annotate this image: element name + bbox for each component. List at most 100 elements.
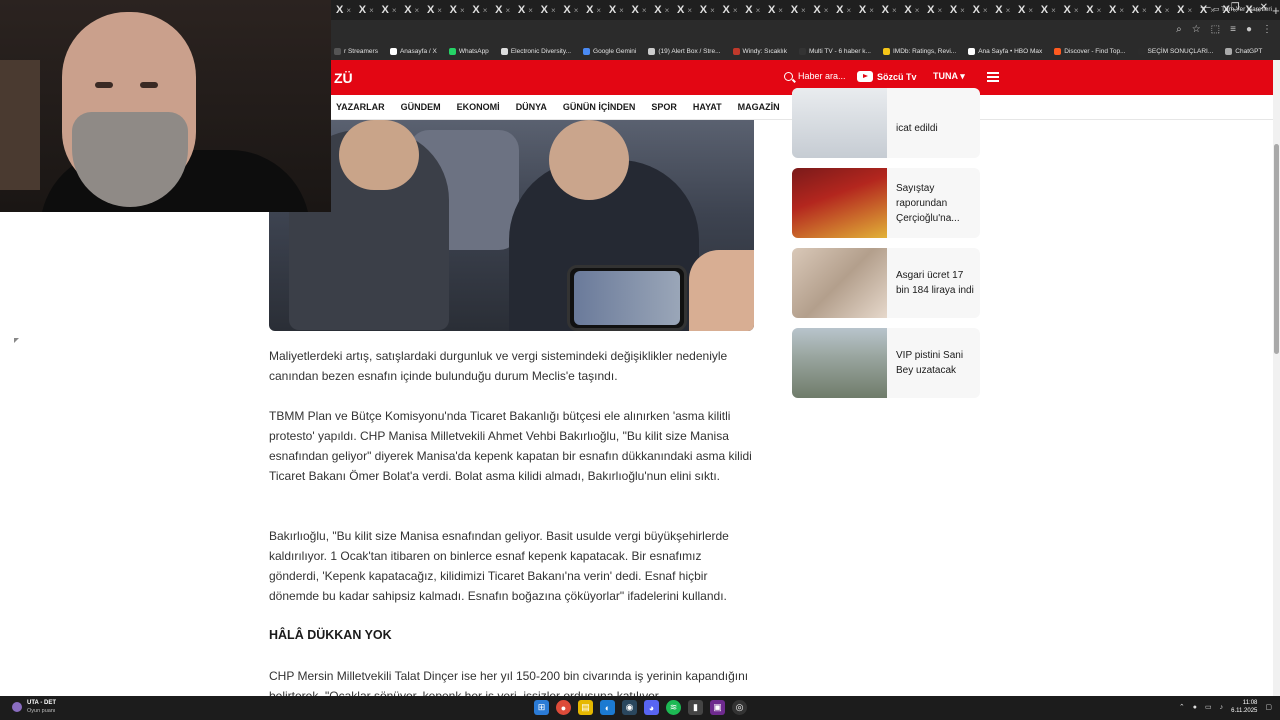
- close-tab-icon[interactable]: ×: [642, 6, 647, 15]
- browser-tab[interactable]: X ×: [427, 2, 450, 18]
- all-bookmarks[interactable]: ▭ Tüm Yer İşaretleri: [1213, 5, 1272, 13]
- bookmark-item[interactable]: (19) Alert Box / Stre...: [648, 47, 721, 55]
- close-tab-icon[interactable]: ×: [710, 6, 715, 15]
- bookmark-item[interactable]: Google Gemini: [583, 47, 636, 55]
- close-tab-icon[interactable]: ×: [437, 6, 442, 15]
- close-tab-icon[interactable]: ×: [1097, 6, 1102, 15]
- browser-tab[interactable]: X ×: [1041, 2, 1064, 18]
- close-tab-icon[interactable]: ×: [960, 6, 965, 15]
- close-tab-icon[interactable]: ×: [551, 6, 556, 15]
- browser-tab[interactable]: X ×: [654, 2, 677, 18]
- browser-tab[interactable]: X ×: [791, 2, 814, 18]
- tv-link[interactable]: Sözcü Tv: [857, 71, 917, 82]
- browser-tab[interactable]: X ×: [563, 2, 586, 18]
- user-menu[interactable]: TUNA ▾: [933, 71, 965, 82]
- site-logo[interactable]: ZÜ: [334, 70, 353, 86]
- close-tab-icon[interactable]: ×: [733, 6, 738, 15]
- close-tab-icon[interactable]: ×: [369, 6, 374, 15]
- chevron-up-icon[interactable]: ⌃: [1179, 703, 1185, 711]
- browser-tab[interactable]: X ×: [404, 2, 427, 18]
- nav-item[interactable]: GÜNDEM: [401, 102, 441, 112]
- browser-tab[interactable]: X ×: [813, 2, 836, 18]
- sidebar-news-card[interactable]: Asgari ücret 17 bin 184 liraya indi: [792, 248, 980, 318]
- close-tab-icon[interactable]: ×: [1142, 6, 1147, 15]
- bookmark-item[interactable]: SEÇİM SONUÇLARI...: [1137, 47, 1213, 55]
- browser-tab[interactable]: X ×: [1064, 2, 1087, 18]
- browser-tab[interactable]: X ×: [927, 2, 950, 18]
- nav-item[interactable]: DÜNYA: [516, 102, 547, 112]
- close-tab-icon[interactable]: ×: [1074, 6, 1079, 15]
- microphone-icon[interactable]: ●: [1193, 704, 1197, 711]
- close-tab-icon[interactable]: ×: [505, 6, 510, 15]
- chrome-icon[interactable]: ●: [556, 700, 571, 715]
- browser-tab[interactable]: X ×: [950, 2, 973, 18]
- browser-tab[interactable]: X ×: [1132, 2, 1155, 18]
- close-tab-icon[interactable]: ×: [824, 6, 829, 15]
- bookmark-star-icon[interactable]: ☆: [1192, 24, 1201, 35]
- close-tab-icon[interactable]: ×: [801, 6, 806, 15]
- bookmark-item[interactable]: ChatGPT: [1225, 47, 1262, 55]
- media-icon[interactable]: ≡: [1230, 24, 1236, 35]
- nav-item[interactable]: GÜNÜN İÇİNDEN: [563, 102, 636, 112]
- nav-item[interactable]: EKONOMİ: [457, 102, 500, 112]
- windows-start-icon[interactable]: ⊞: [534, 700, 549, 715]
- close-tab-icon[interactable]: ×: [756, 6, 761, 15]
- browser-tab[interactable]: X ×: [995, 2, 1018, 18]
- browser-tab[interactable]: X ×: [745, 2, 768, 18]
- close-tab-icon[interactable]: ×: [1165, 6, 1170, 15]
- bookmark-item[interactable]: Discover - Find Top...: [1054, 47, 1126, 55]
- scrollbar-thumb[interactable]: [1274, 144, 1279, 354]
- browser-tab[interactable]: X ×: [1177, 2, 1200, 18]
- browser-tab[interactable]: X ×: [677, 2, 700, 18]
- sidebar-news-card[interactable]: VIP pistini Sani Bey uzatacak: [792, 328, 980, 398]
- bookmark-item[interactable]: Windy: Sıcaklık: [732, 47, 787, 55]
- close-tab-icon[interactable]: ×: [1119, 6, 1124, 15]
- browser-tab[interactable]: X ×: [1086, 2, 1109, 18]
- browser-tab[interactable]: X ×: [381, 2, 404, 18]
- browser-tab[interactable]: X ×: [882, 2, 905, 18]
- browser-tab[interactable]: X ×: [541, 2, 564, 18]
- notifications-icon[interactable]: ▢: [1265, 703, 1272, 711]
- close-tab-icon[interactable]: ×: [1188, 6, 1193, 15]
- edge-icon[interactable]: ◐: [600, 700, 615, 715]
- browser-tab[interactable]: X ×: [472, 2, 495, 18]
- close-tab-icon[interactable]: ×: [983, 6, 988, 15]
- zoom-icon[interactable]: ⌕: [1176, 24, 1182, 35]
- bookmark-item[interactable]: Electronic Diversity...: [500, 47, 571, 55]
- close-tab-icon[interactable]: ×: [687, 6, 692, 15]
- bookmark-item[interactable]: r Streamers: [334, 47, 378, 55]
- bookmark-item[interactable]: Multi TV - 6 haber k...: [798, 47, 871, 55]
- nav-item[interactable]: SPOR: [651, 102, 677, 112]
- browser-tab[interactable]: X ×: [336, 2, 359, 18]
- clock[interactable]: 11:08 6.11.2025: [1231, 699, 1257, 715]
- file-explorer-icon[interactable]: ▤: [578, 700, 593, 715]
- close-tab-icon[interactable]: ×: [460, 6, 465, 15]
- terminal-icon[interactable]: ▮: [688, 700, 703, 715]
- streaming-app-icon[interactable]: ▣: [710, 700, 725, 715]
- browser-tab[interactable]: X ×: [609, 2, 632, 18]
- spotify-icon[interactable]: ≋: [666, 700, 681, 715]
- bookmark-item[interactable]: Ana Sayfa • HBO Max: [968, 47, 1042, 55]
- browser-tab[interactable]: X ×: [904, 2, 927, 18]
- close-tab-icon[interactable]: ×: [528, 6, 533, 15]
- nav-item[interactable]: HAYAT: [693, 102, 722, 112]
- browser-tab[interactable]: X ×: [518, 2, 541, 18]
- nav-item[interactable]: YAZARLAR: [336, 102, 385, 112]
- browser-tab[interactable]: X ×: [450, 2, 473, 18]
- browser-tab[interactable]: X ×: [1018, 2, 1041, 18]
- close-tab-icon[interactable]: ×: [483, 6, 488, 15]
- volume-icon[interactable]: ♪: [1220, 704, 1224, 711]
- browser-tab[interactable]: X ×: [1154, 2, 1177, 18]
- browser-tab[interactable]: X ×: [586, 2, 609, 18]
- close-tab-icon[interactable]: ×: [392, 6, 397, 15]
- sidebar-news-card[interactable]: icat edildi: [792, 88, 980, 158]
- bookmark-item[interactable]: IMDb: Ratings, Revi...: [882, 47, 956, 55]
- close-tab-icon[interactable]: ×: [1028, 6, 1033, 15]
- close-tab-icon[interactable]: ×: [892, 6, 897, 15]
- network-icon[interactable]: ▭: [1205, 703, 1212, 711]
- browser-tab[interactable]: X ×: [495, 2, 518, 18]
- close-tab-icon[interactable]: ×: [415, 6, 420, 15]
- steam-icon[interactable]: ◉: [622, 700, 637, 715]
- close-tab-icon[interactable]: ×: [847, 6, 852, 15]
- nav-item[interactable]: MAGAZİN: [738, 102, 780, 112]
